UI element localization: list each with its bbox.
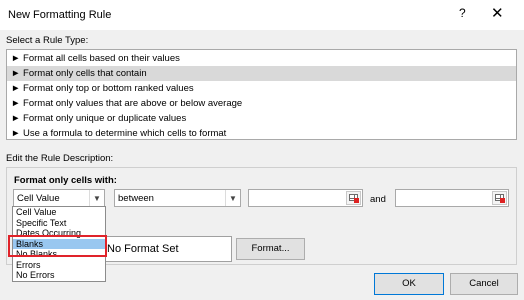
preview-text: No Format Set	[107, 243, 179, 255]
rule-type-item[interactable]: ► Format all cells based on their values	[7, 51, 516, 66]
dropdown-option[interactable]: Cell Value	[13, 207, 105, 218]
rule-type-item[interactable]: ► Use a formula to determine which cells…	[7, 126, 516, 141]
window-title: New Formatting Rule	[8, 9, 112, 21]
format-preview: No Format Set	[96, 236, 232, 262]
help-icon[interactable]: ?	[459, 6, 466, 20]
chevron-down-icon[interactable]: ▼	[225, 190, 240, 206]
format-only-label: Format only cells with:	[14, 175, 117, 186]
annotation-highlight	[8, 235, 107, 257]
rule-type-item[interactable]: ► Format only top or bottom ranked value…	[7, 81, 516, 96]
operator-select[interactable]: between ▼	[114, 189, 241, 207]
dropdown-option[interactable]: Errors	[13, 260, 105, 271]
rule-type-item[interactable]: ► Format only values that are above or b…	[7, 96, 516, 111]
range-select-icon[interactable]	[346, 191, 361, 205]
value2-input[interactable]	[395, 189, 509, 207]
rule-type-item[interactable]: ► Format only cells that contain	[7, 66, 516, 81]
cancel-button[interactable]: Cancel	[450, 273, 518, 295]
rule-type-item[interactable]: ► Format only unique or duplicate values	[7, 111, 516, 126]
close-icon[interactable]: ✕	[491, 4, 504, 22]
dropdown-option[interactable]: No Errors	[13, 270, 105, 281]
rule-type-label: Select a Rule Type:	[6, 35, 89, 46]
value1-input[interactable]	[248, 189, 363, 207]
ok-button[interactable]: OK	[374, 273, 444, 295]
title-bar: New Formatting Rule ? ✕	[0, 0, 524, 30]
and-label: and	[370, 194, 386, 205]
condition-select[interactable]: Cell Value ▼	[13, 189, 105, 207]
format-button[interactable]: Format...	[236, 238, 305, 260]
chevron-down-icon[interactable]: ▼	[89, 190, 104, 206]
dropdown-option[interactable]: Specific Text	[13, 218, 105, 229]
rule-type-list[interactable]: ► Format all cells based on their values…	[6, 49, 517, 140]
range-select-icon[interactable]	[492, 191, 507, 205]
operator-select-value: between	[118, 193, 154, 204]
rule-description-label: Edit the Rule Description:	[6, 153, 114, 164]
condition-select-value: Cell Value	[17, 193, 60, 204]
